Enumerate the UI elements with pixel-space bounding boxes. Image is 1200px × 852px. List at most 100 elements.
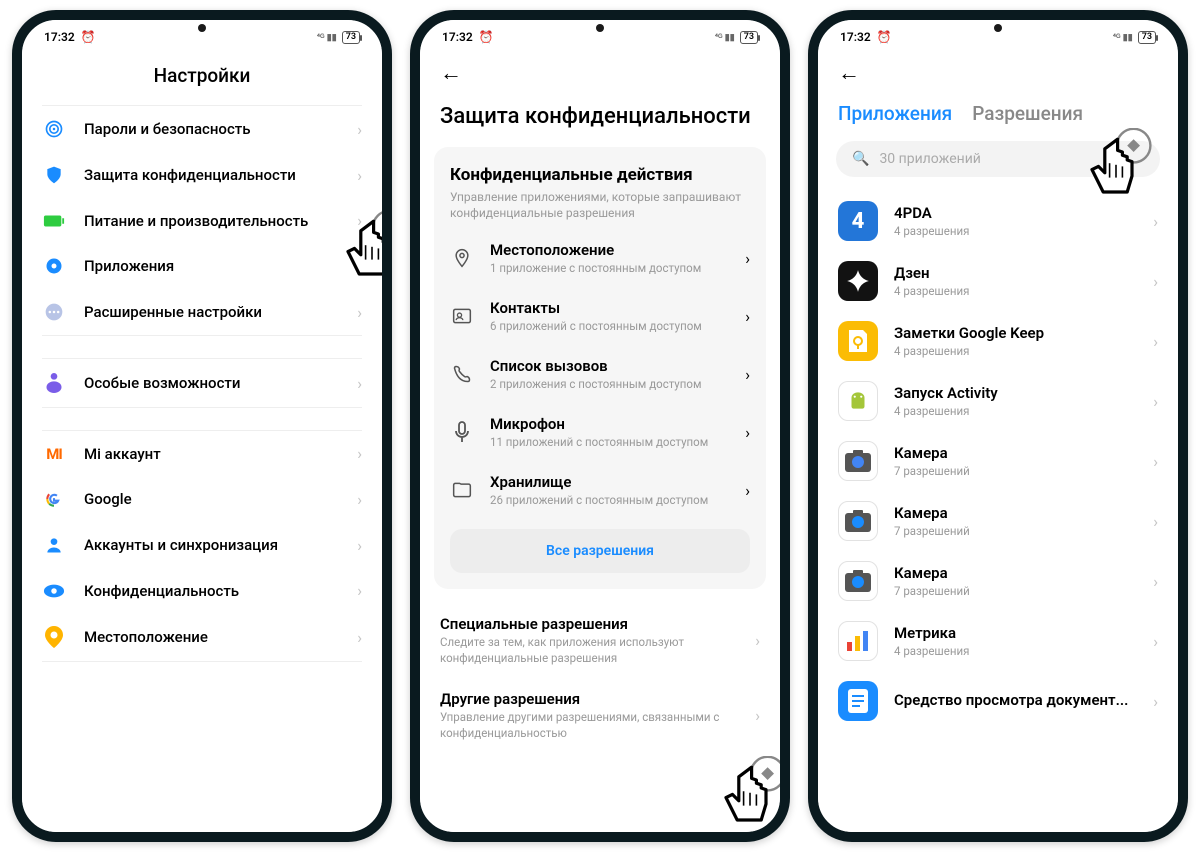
permission-row[interactable]: Контакты 6 приложений с постоянным досту…	[450, 287, 750, 345]
tab-apps[interactable]: Приложения	[838, 102, 952, 125]
settings-row[interactable]: Особые возможности ›	[22, 359, 382, 407]
row-title: Специальные разрешения	[440, 615, 735, 633]
row-label: Защита конфиденциальности	[84, 166, 339, 184]
chevron-right-icon: ›	[357, 120, 362, 139]
settings-row[interactable]: Google ›	[22, 476, 382, 522]
app-name: Дзен	[894, 264, 1137, 282]
page-title: Защита конфиденциальности	[420, 98, 780, 147]
settings-row[interactable]: Приложения ›	[22, 243, 382, 289]
battery-icon: 73	[342, 31, 360, 44]
alarm-icon: ⏰	[479, 30, 494, 44]
app-subtitle: 7 разрешений	[894, 584, 1137, 598]
row-title: Местоположение	[490, 241, 729, 259]
back-button[interactable]: ←	[440, 61, 462, 86]
privacy-card: Конфиденциальные действия Управление при…	[434, 147, 766, 589]
chevron-right-icon: ›	[1153, 272, 1158, 291]
chevron-right-icon: ›	[1153, 572, 1158, 591]
row-subtitle: Следите за тем, как приложения использую…	[440, 635, 735, 666]
chevron-right-icon: ›	[357, 211, 362, 230]
phone-1: 17:32 ⏰ ⁴ᴳ ▮▮ 73 Настройки Пароли и безо…	[12, 10, 392, 842]
chevron-right-icon: ›	[1153, 332, 1158, 351]
card-title: Конфиденциальные действия	[450, 165, 750, 185]
search-input[interactable]: 🔍 30 приложений	[836, 141, 1160, 177]
permission-row[interactable]: Хранилище 26 приложений с постоянным дос…	[450, 461, 750, 519]
app-name: Заметки Google Keep	[894, 324, 1137, 342]
app-subtitle: 4 разрешения	[894, 224, 1137, 238]
settings-row[interactable]: Расширенные настройки ›	[22, 289, 382, 335]
app-name: Метрика	[894, 624, 1137, 642]
app-name: Средство просмотра документ...	[894, 691, 1137, 709]
app-row[interactable]: Дзен 4 разрешения ›	[818, 251, 1178, 311]
fingerprint-icon	[42, 119, 66, 139]
tab-bar: Приложения Разрешения	[818, 98, 1178, 141]
app-row[interactable]: Камера 7 разрешений ›	[818, 431, 1178, 491]
tab-permissions[interactable]: Разрешения	[972, 102, 1083, 125]
all-permissions-button[interactable]: Все разрешения	[450, 529, 750, 573]
settings-row[interactable]: Защита конфиденциальности ›	[22, 152, 382, 198]
settings-row[interactable]: Местоположение ›	[22, 613, 382, 661]
chevron-right-icon: ›	[357, 444, 362, 463]
eye-icon	[42, 583, 66, 599]
signal-icon: ⁴ᴳ ▮▮	[715, 32, 735, 43]
app-row[interactable]: Запуск Activity 4 разрешения ›	[818, 371, 1178, 431]
app-row[interactable]: Средство просмотра документ... ›	[818, 671, 1178, 731]
app-name: Камера	[894, 444, 1137, 462]
chevron-right-icon: ›	[1153, 632, 1158, 651]
app-subtitle: 4 разрешения	[894, 644, 1137, 658]
settings-row[interactable]: Аккаунты и синхронизация ›	[22, 522, 382, 568]
storage-icon	[450, 482, 474, 498]
camera-notch	[994, 24, 1002, 32]
dots-icon	[42, 302, 66, 322]
row-label: Особые возможности	[84, 374, 339, 392]
app-row[interactable]: Камера 7 разрешений ›	[818, 551, 1178, 611]
chevron-right-icon: ›	[745, 481, 750, 500]
back-button[interactable]: ←	[838, 61, 860, 86]
alarm-icon: ⏰	[877, 30, 892, 44]
chevron-right-icon: ›	[745, 307, 750, 326]
battery-icon: 73	[740, 31, 758, 44]
settings-row[interactable]: Пароли и безопасность ›	[22, 106, 382, 152]
chevron-right-icon: ›	[1153, 512, 1158, 531]
settings-row[interactable]: Питание и производительность ›	[22, 198, 382, 243]
settings-row[interactable]: MI Mi аккаунт ›	[22, 431, 382, 476]
chevron-right-icon: ›	[745, 365, 750, 384]
signal-icon: ⁴ᴳ ▮▮	[317, 32, 337, 43]
chevron-right-icon: ›	[357, 257, 362, 276]
permission-row[interactable]: Микрофон 11 приложений с постоянным дост…	[450, 403, 750, 461]
row-label: Google	[84, 490, 339, 508]
section-row[interactable]: Специальные разрешения Следите за тем, к…	[420, 603, 780, 678]
app-name: 4PDA	[894, 204, 1137, 222]
row-label: Расширенные настройки	[84, 303, 339, 321]
row-label: Аккаунты и синхронизация	[84, 536, 339, 554]
row-subtitle: 11 приложений с постоянным доступом	[490, 435, 729, 449]
settings-row[interactable]: Конфиденциальность ›	[22, 568, 382, 613]
app-row[interactable]: Камера 7 разрешений ›	[818, 491, 1178, 551]
card-subtitle: Управление приложениями, которые запраши…	[450, 189, 750, 221]
chevron-right-icon: ›	[1153, 212, 1158, 231]
gear-icon	[42, 256, 66, 276]
row-title: Хранилище	[490, 473, 729, 491]
row-label: Пароли и безопасность	[84, 120, 339, 138]
section-row[interactable]: Другие разрешения Управление другими раз…	[420, 678, 780, 753]
google-icon	[42, 489, 66, 509]
chevron-right-icon: ›	[755, 706, 780, 725]
app-name: Запуск Activity	[894, 384, 1137, 402]
shield-icon	[42, 165, 66, 185]
app-subtitle: 7 разрешений	[894, 524, 1137, 538]
chevron-right-icon: ›	[357, 303, 362, 322]
app-row[interactable]: Метрика 4 разрешения ›	[818, 611, 1178, 671]
phone-2: 17:32 ⏰ ⁴ᴳ ▮▮ 73 ← Защита конфиденциальн…	[410, 10, 790, 842]
app-row[interactable]: Заметки Google Keep 4 разрешения ›	[818, 311, 1178, 371]
row-title: Контакты	[490, 299, 729, 317]
alarm-icon: ⏰	[81, 30, 96, 44]
app-name: Камера	[894, 504, 1137, 522]
row-label: Mi аккаунт	[84, 445, 339, 463]
permission-row[interactable]: Список вызовов 2 приложения с постоянным…	[450, 345, 750, 403]
app-row[interactable]: 4 4PDA 4 разрешения ›	[818, 191, 1178, 251]
row-title: Микрофон	[490, 415, 729, 433]
phone-3: 17:32 ⏰ ⁴ᴳ ▮▮ 73 ← Приложения Разрешения…	[808, 10, 1188, 842]
permission-row[interactable]: Местоположение 1 приложение с постоянным…	[450, 229, 750, 287]
chevron-right-icon: ›	[745, 423, 750, 442]
chevron-right-icon: ›	[755, 631, 780, 650]
clock: 17:32	[840, 30, 871, 44]
